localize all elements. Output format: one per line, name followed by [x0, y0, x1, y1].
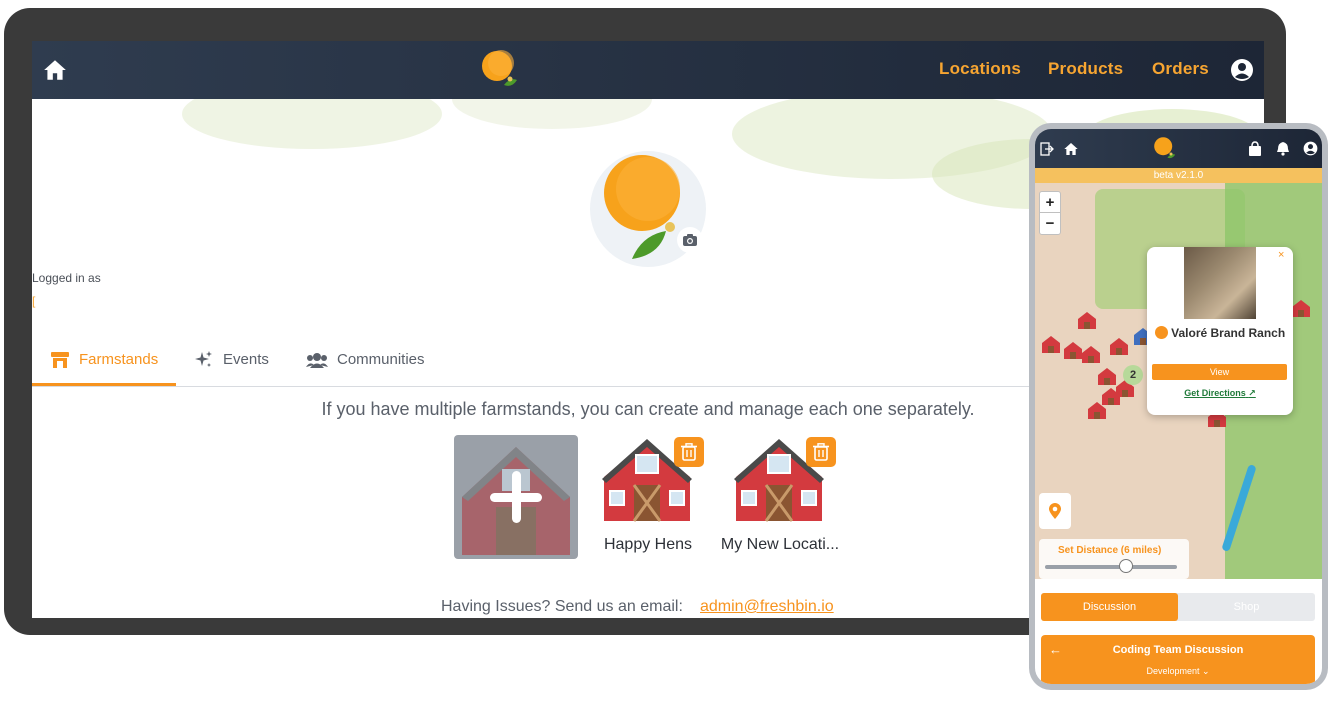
zoom-out-button[interactable]: − [1040, 213, 1060, 234]
trash-glyph [681, 443, 697, 461]
home-icon[interactable] [1063, 141, 1079, 157]
zoom-in-button[interactable]: + [1040, 192, 1060, 213]
tab-discussion[interactable]: Discussion [1041, 593, 1178, 621]
tab-events[interactable]: Events [194, 333, 269, 386]
logged-in-name: [ [32, 294, 36, 308]
map-cluster-badge[interactable]: 2 [1123, 365, 1143, 385]
barn-pin-icon[interactable] [1081, 345, 1101, 363]
mobile-screen: beta v2.1.0 + − 2 × Valoré Brand Ranch V… [1035, 129, 1322, 684]
active-tab-indicator [32, 383, 176, 386]
map-popup: × Valoré Brand Ranch View Get Directions… [1147, 247, 1293, 415]
discussion-header: ← Coding Team Discussion Development ⌄ [1041, 635, 1315, 684]
nav-products-link[interactable]: Products [1048, 59, 1123, 79]
discussion-channel-label: Development [1146, 666, 1200, 676]
distance-control: Set Distance (6 miles) [1039, 539, 1189, 579]
get-directions-link[interactable]: Get Directions ↗ [1147, 388, 1293, 399]
map-landmass [452, 99, 652, 129]
verified-badge-icon [1154, 326, 1168, 339]
plus-icon [512, 471, 521, 523]
logout-icon[interactable] [1040, 142, 1054, 156]
nav-orders-link[interactable]: Orders [1152, 59, 1209, 79]
logged-in-label: Logged in as [32, 271, 101, 285]
tab-farmstands-label: Farmstands [79, 351, 159, 368]
user-circle-icon[interactable] [1230, 58, 1254, 82]
bell-icon[interactable] [1276, 141, 1290, 156]
tab-events-label: Events [223, 351, 269, 368]
sparkles-icon [195, 350, 212, 367]
trash-icon[interactable] [806, 437, 836, 467]
discussion-title: Coding Team Discussion [1112, 644, 1244, 656]
user-circle-icon[interactable] [1303, 141, 1318, 156]
popup-title: Valoré Brand Ranch [1147, 323, 1293, 343]
users-icon [306, 352, 328, 368]
beta-version-bar: beta v2.1.0 [1035, 168, 1322, 183]
store-icon [51, 351, 69, 368]
distance-slider-thumb[interactable] [1119, 559, 1133, 573]
farmstand-map[interactable]: + − 2 × Valoré Brand Ranch View Get Dire… [1035, 183, 1322, 579]
farmstand-name[interactable]: Happy Hens [578, 536, 718, 554]
barn-pin-icon[interactable] [1291, 299, 1311, 317]
external-link-icon: ↗ [1248, 388, 1256, 398]
chevron-down-icon: ⌄ [1202, 666, 1210, 676]
my-location-button[interactable] [1039, 493, 1071, 529]
tab-communities-label: Communities [337, 351, 425, 368]
phone-frame: beta v2.1.0 + − 2 × Valoré Brand Ranch V… [1029, 123, 1328, 690]
tab-shop[interactable]: Shop [1178, 593, 1315, 621]
barn-pin-icon[interactable] [1087, 401, 1107, 419]
map-zoom-control: + − [1039, 191, 1061, 235]
farmstands-intro-text: If you have multiple farmstands, you can… [321, 399, 975, 419]
discussion-channel-dropdown[interactable]: Development ⌄ [1041, 666, 1315, 677]
popup-view-button[interactable]: View [1152, 364, 1287, 380]
get-directions-label: Get Directions [1184, 388, 1246, 398]
help-text: Having Issues? Send us an email: [441, 598, 683, 615]
popup-title-text: Valoré Brand Ranch [1171, 326, 1286, 340]
mobile-tabs: Discussion Shop [1041, 593, 1315, 621]
distance-label: Set Distance (6 miles) [1058, 545, 1162, 556]
distance-slider-track[interactable] [1045, 565, 1177, 569]
mobile-navbar [1035, 129, 1322, 168]
map-landmass [182, 99, 442, 149]
camera-icon[interactable] [677, 227, 703, 253]
trash-glyph [813, 443, 829, 461]
barn-pin-icon[interactable] [1109, 337, 1129, 355]
farmstand-name[interactable]: My New Locati... [710, 536, 850, 554]
add-farmstand-button[interactable] [454, 435, 578, 559]
home-icon[interactable] [42, 57, 68, 83]
popup-close-button[interactable]: × [1278, 249, 1284, 261]
barn-pin-icon[interactable] [1077, 311, 1097, 329]
freshbin-logo[interactable] [480, 47, 520, 91]
top-navbar: Locations Products Orders [32, 41, 1264, 99]
location-pin-icon [1049, 503, 1061, 519]
tab-communities[interactable]: Communities [306, 333, 425, 386]
bag-icon[interactable] [1248, 141, 1262, 156]
farmstand-photo [1184, 247, 1256, 319]
barn-pin-icon[interactable] [1097, 367, 1117, 385]
camera-glyph [683, 234, 697, 246]
tab-farmstands[interactable]: Farmstands [50, 333, 158, 386]
barn-pin-icon[interactable] [1063, 341, 1083, 359]
barn-pin-icon[interactable] [1041, 335, 1061, 353]
freshbin-logo[interactable] [1153, 134, 1177, 162]
support-email-link[interactable]: admin@freshbin.io [700, 598, 834, 616]
nav-locations-link[interactable]: Locations [939, 59, 1021, 79]
trash-icon[interactable] [674, 437, 704, 467]
